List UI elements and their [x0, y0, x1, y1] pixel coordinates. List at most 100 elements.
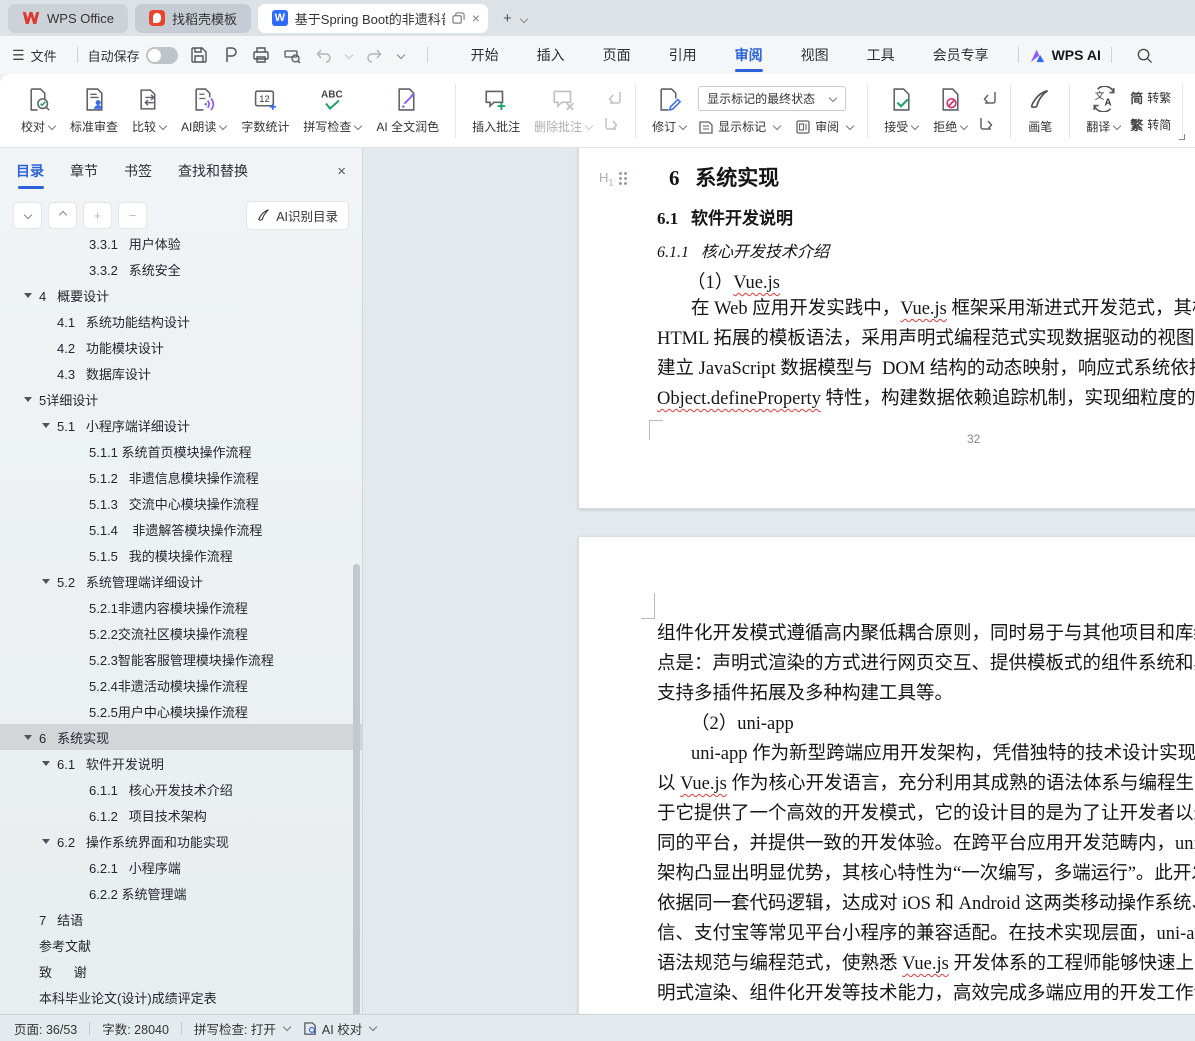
accept-revision-button[interactable]: 接受	[877, 79, 926, 143]
review-pane-button[interactable]: 审阅	[795, 118, 854, 135]
spellcheck-status[interactable]: 拼写检查: 打开	[194, 1019, 291, 1038]
simplified-to-traditional-button[interactable]: 简 转繁	[1130, 88, 1171, 107]
pen-button[interactable]: 画笔	[1020, 79, 1060, 143]
collapse-arrow-icon[interactable]	[24, 396, 32, 402]
ai-recognize-toc-button[interactable]: AI识别目录	[247, 201, 348, 229]
file-menu[interactable]: 文件	[31, 46, 57, 65]
menu-tab-review-active[interactable]: 审阅	[716, 36, 782, 74]
tab-wps-office[interactable]: WPS Office	[8, 3, 128, 33]
doc-line[interactable]: 同的平台，并提供一致的开发体验。在跨平台应用开发范畴内，uni-app 以其	[579, 829, 1195, 859]
hamburger-icon[interactable]: ☰	[12, 47, 25, 64]
toc-item[interactable]: 6.1.1 核心开发技术介绍	[0, 776, 362, 802]
spell-check-button[interactable]: ABC 拼写检查	[296, 79, 369, 143]
doc-line[interactable]: 信、支付宝等常见平台小程序的兼容适配。在技术实现层面，uni-app 深度融	[579, 919, 1195, 949]
markup-state-dropdown[interactable]: 显示标记的最终状态	[698, 86, 847, 111]
save-icon[interactable]	[190, 46, 208, 64]
toc-item[interactable]: 6.2 操作系统界面和功能实现	[0, 828, 362, 854]
doc-line[interactable]: 依据同一套代码逻辑，达成对 iOS 和 Android 这两类移动操作系统、H5…	[579, 889, 1195, 919]
doc-heading-1[interactable]: 6 系统实现	[669, 162, 779, 192]
next-revision-icon[interactable]	[979, 116, 997, 132]
track-changes-button[interactable]: 修订	[645, 79, 694, 143]
undo-chevron-icon[interactable]	[345, 51, 353, 59]
toc-item[interactable]: 7 结语	[0, 906, 362, 932]
doc-heading-3[interactable]: 6.1.1 核心开发技术介绍	[657, 238, 829, 262]
redo-icon[interactable]	[366, 46, 384, 64]
doc-line[interactable]: 在 Web 应用开发实践中，Vue.js 框架采用渐进式开发范式，其核心技术	[579, 294, 1195, 324]
sidebar-close-icon[interactable]: ×	[337, 163, 346, 180]
dialog-launcher-icon[interactable]	[1177, 132, 1186, 140]
toc-item[interactable]: 本科毕业论文(设计)成绩评定表	[0, 984, 362, 1010]
undo-icon[interactable]	[314, 46, 332, 64]
doc-line[interactable]: 组件化开发模式遵循高内聚低耦合原则，同时易于与其他项目和库结合。V	[579, 619, 1195, 649]
menu-tab-tools[interactable]: 工具	[848, 36, 914, 74]
toc-item[interactable]: 5.2.1非遗内容模块操作流程	[0, 594, 362, 620]
toc-item[interactable]: 致 谢	[0, 958, 362, 984]
previous-comment-icon[interactable]	[604, 90, 622, 106]
collapse-arrow-icon[interactable]	[42, 578, 50, 584]
doc-line[interactable]: Object.defineProperty 特性，构建数据依赖追踪机制，实现细粒…	[579, 384, 1195, 414]
menu-tab-insert[interactable]: 插入	[518, 36, 584, 74]
menu-tab-view[interactable]: 视图	[782, 36, 848, 74]
show-markup-button[interactable]: 显示标记	[698, 118, 781, 135]
sidebar-tab-chapters[interactable]: 章节	[70, 161, 98, 181]
doc-line[interactable]: 点是：声明式渲染的方式进行网页交互、提供模板式的组件系统和其配套的	[579, 649, 1195, 679]
insert-comment-button[interactable]: 插入批注	[465, 79, 527, 143]
toc-item[interactable]: 5.1.2 非遗信息模块操作流程	[0, 464, 362, 490]
toc-item[interactable]: 5.1 小程序端详细设计	[0, 412, 362, 438]
delete-comment-button[interactable]: 删除批注	[527, 79, 600, 143]
menu-tab-home[interactable]: 开始	[452, 36, 518, 74]
toc-item[interactable]: 5.2.4非遗活动模块操作流程	[0, 672, 362, 698]
toc-expand-button[interactable]: +	[84, 202, 111, 228]
toc-item[interactable]: 3.3.1 用户体验	[0, 230, 362, 256]
tab-list-chevron-icon[interactable]	[520, 10, 528, 27]
doc-line[interactable]: 以 Vue.js 作为核心开发语言，充分利用其成熟的语法体系与编程生态。uni-…	[579, 769, 1195, 799]
toc-item[interactable]: 参考文献	[0, 932, 362, 958]
toc-item[interactable]: 4 概要设计	[0, 282, 362, 308]
tab-docer-templates[interactable]: 找稻壳模板	[134, 3, 251, 33]
toc-collapse-button[interactable]: −	[119, 202, 146, 228]
next-comment-icon[interactable]	[604, 116, 622, 132]
toc-item[interactable]: 6 系统实现	[0, 724, 362, 750]
collapse-arrow-icon[interactable]	[42, 422, 50, 428]
search-icon[interactable]	[1136, 47, 1153, 64]
translate-button[interactable]: 文A 翻译	[1079, 79, 1128, 143]
standard-review-button[interactable]: 标准审查	[63, 79, 125, 143]
tab-document-active[interactable]: W 基于Spring Boot的非遗科普 ×	[257, 3, 488, 33]
document-page-37[interactable]: 组件化开发模式遵循高内聚低耦合原则，同时易于与其他项目和库结合。V 点是：声明式渲…	[578, 536, 1195, 1014]
print-preview-icon[interactable]	[283, 46, 301, 64]
toc-item[interactable]: 5.2.2交流社区模块操作流程	[0, 620, 362, 646]
doc-line[interactable]: 架构凸显出明显优势，其核心特性为“一次编写，多端运行”。此开发框架	[579, 859, 1195, 889]
proofread-button[interactable]: 校对	[14, 79, 63, 143]
multi-window-icon[interactable]	[452, 11, 465, 25]
reject-revision-button[interactable]: 拒绝	[926, 79, 975, 143]
doc-line[interactable]: uni-app 作为新型跨端应用开发架构，凭借独特的技术设计实现多平台兼	[579, 739, 1195, 769]
toc-item[interactable]: 4.1 系统功能结构设计	[0, 308, 362, 334]
toc-item[interactable]: 5.2 系统管理端详细设计	[0, 568, 362, 594]
ai-read-aloud-button[interactable]: AI朗读	[174, 79, 234, 143]
collapse-arrow-icon[interactable]	[42, 760, 50, 766]
menu-tab-page[interactable]: 页面	[584, 36, 650, 74]
print-icon[interactable]	[252, 46, 270, 64]
toc-item[interactable]: 4.2 功能模块设计	[0, 334, 362, 360]
sidebar-tab-bookmarks[interactable]: 书签	[124, 161, 152, 181]
toc-item[interactable]: 5.1.4 非遗解答模块操作流程	[0, 516, 362, 542]
toc-item[interactable]: 5.2.3智能客服管理模块操作流程	[0, 646, 362, 672]
ai-polish-button[interactable]: AI 全文润色	[369, 79, 446, 143]
doc-heading-2[interactable]: 6.1 软件开发说明	[657, 204, 793, 229]
collapse-arrow-icon[interactable]	[24, 734, 32, 740]
traditional-to-simplified-button[interactable]: 繁 转简	[1130, 115, 1171, 134]
doc-line[interactable]: 于它提供了一个高效的开发模式，它的设计目的是为了让开发者以最小的成	[579, 799, 1195, 829]
page-indicator[interactable]: 页面: 36/53	[14, 1019, 77, 1038]
collapse-arrow-icon[interactable]	[42, 838, 50, 844]
toc-item[interactable]: 6.2.2 系统管理端	[0, 880, 362, 906]
word-count-indicator[interactable]: 字数: 28040	[102, 1019, 169, 1038]
document-page-36[interactable]: 渐进式框架的定位使其可以根据业务需求灵活选择集成方式，按需引入相关 H1 6 系…	[578, 148, 1195, 509]
doc-line[interactable]: 语法规范与编程范式，使熟悉 Vue.js 开发体系的工程师能够快速上手，借助	[579, 949, 1195, 979]
ai-proofread-status[interactable]: AI 校对	[303, 1019, 377, 1038]
close-tab-icon[interactable]: ×	[472, 10, 480, 26]
quickbar-chevron-icon[interactable]	[397, 51, 405, 59]
toc-item[interactable]: 5.2.5用户中心模块操作流程	[0, 698, 362, 724]
toc-previous-heading-button[interactable]	[49, 202, 76, 228]
word-count-button[interactable]: 12 字数统计	[234, 79, 296, 143]
collapse-arrow-icon[interactable]	[24, 292, 32, 298]
